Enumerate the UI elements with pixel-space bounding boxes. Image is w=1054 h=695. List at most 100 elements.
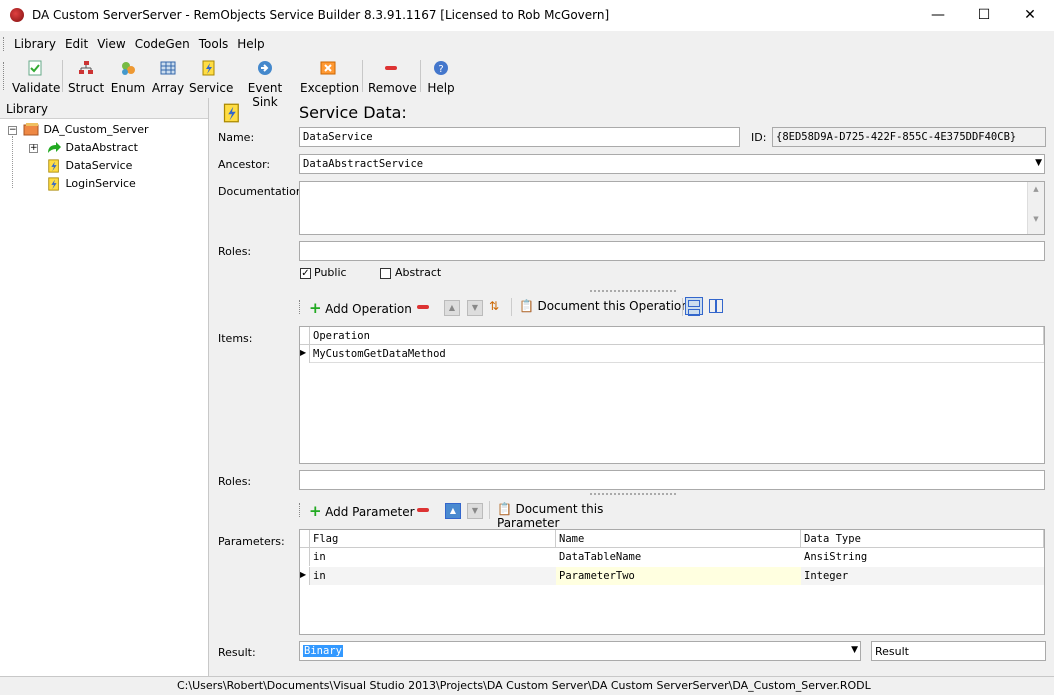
library-panel: Library − DA_Custom_Server + DataAbstrac… [0, 98, 209, 676]
library-book-icon [23, 123, 39, 136]
add-parameter-button[interactable]: + Add Parameter [309, 502, 415, 520]
main-toolbar: Validate Struct Enum Array Service Event… [0, 58, 1054, 109]
toolbar-separator [62, 60, 63, 92]
library-header: Library [0, 98, 208, 119]
operation-toolbar: + Add Operation ▲ ▼ ⇅ 📋 Document this Op… [299, 296, 731, 318]
documentation-textarea[interactable]: ▲ ▼ [299, 181, 1045, 235]
operations-grid: Operation ▶ MyCustomGetDataMethod [299, 326, 1045, 464]
array-button[interactable]: Array [150, 58, 186, 95]
tree-item-dataservice[interactable]: DataService [46, 159, 132, 173]
chevron-down-icon: ▼ [1035, 158, 1042, 168]
enum-button[interactable]: Enum [110, 58, 146, 95]
operation-row[interactable]: MyCustomGetDataMethod [310, 345, 1044, 363]
operation-roles-field[interactable] [299, 470, 1045, 490]
chevron-down-icon: ▼ [851, 645, 858, 655]
public-checkbox[interactable]: ✓ [300, 268, 311, 279]
splitter-grip[interactable] [590, 493, 676, 497]
service-button[interactable]: Service [189, 58, 233, 95]
maximize-button[interactable]: ☐ [961, 0, 1007, 31]
layout-vertical-button[interactable] [707, 297, 725, 315]
abstract-label: Abstract [395, 266, 442, 279]
grid-corner [300, 530, 310, 548]
abstract-checkbox[interactable] [380, 268, 391, 279]
toolbar-grip [3, 62, 6, 90]
status-bar: C:\Users\Robert\Documents\Visual Studio … [0, 676, 1054, 695]
array-icon [160, 61, 176, 75]
menu-edit[interactable]: Edit [65, 34, 88, 54]
tree-line [12, 136, 14, 188]
exception-button[interactable]: Exception [300, 58, 359, 95]
remove-button[interactable]: Remove [368, 58, 417, 95]
page-title: Service Data: [299, 103, 407, 122]
menu-library[interactable]: Library [14, 34, 56, 54]
document-operation-button[interactable]: 📋 Document this Operation [519, 299, 689, 313]
result-name-field[interactable]: Result [871, 641, 1046, 661]
param-move-up-button[interactable]: ▲ [445, 503, 461, 519]
service-icon [48, 177, 59, 191]
remove-parameter-button[interactable] [417, 508, 429, 512]
help-button[interactable]: ? Help [426, 58, 456, 95]
document-parameter-button[interactable]: 📋 Document this Parameter [497, 502, 659, 530]
param-type-cell[interactable]: Integer [801, 567, 1044, 585]
tree-expander-dataabstract[interactable]: + [29, 144, 38, 153]
toolbar-separator [489, 501, 490, 519]
uses-arrow-icon [48, 142, 61, 153]
check-icon: ✓ [301, 268, 310, 279]
parameters-label: Parameters: [218, 535, 285, 548]
public-label: Public [314, 266, 347, 279]
remove-operation-button[interactable] [417, 305, 429, 309]
param-name-cell[interactable]: ParameterTwo [556, 567, 801, 585]
service-large-icon [223, 103, 239, 123]
event-sink-button[interactable]: Event Sink [236, 58, 294, 109]
operation-column-header[interactable]: Operation [310, 327, 1044, 345]
parameter-toolbar: + Add Parameter ▲ ▼ 📋 Document this Para… [299, 499, 659, 530]
name-label: Name: [218, 131, 255, 144]
tree-expander-root[interactable]: − [8, 126, 17, 135]
roles-field[interactable] [299, 241, 1045, 261]
minimize-button[interactable]: — [915, 0, 961, 31]
add-operation-button[interactable]: + Add Operation [309, 299, 412, 317]
scroll-down-icon[interactable]: ▼ [1028, 215, 1044, 223]
documentation-scrollbar[interactable]: ▲ ▼ [1027, 182, 1044, 234]
plus-icon: + [309, 502, 322, 520]
tree-item-dataabstract[interactable]: DataAbstract [46, 141, 138, 155]
menu-codegen[interactable]: CodeGen [135, 34, 190, 54]
splitter-grip[interactable] [590, 290, 676, 294]
close-button[interactable]: ✕ [1007, 0, 1053, 31]
sort-button[interactable]: ⇅ [489, 299, 499, 313]
service-editor: Service Data: Name: DataService ID: {8ED… [210, 98, 1054, 676]
result-type-select[interactable]: Binary ▼ [299, 641, 861, 661]
menu-help[interactable]: Help [237, 34, 264, 54]
menu-view[interactable]: View [97, 34, 125, 54]
documentation-label: Documentation: [218, 185, 307, 198]
document-icon: 📋 [497, 502, 512, 516]
tree-item-loginservice[interactable]: LoginService [46, 177, 136, 191]
param-flag-cell[interactable]: in [310, 567, 556, 585]
ancestor-select[interactable]: DataAbstractService ▼ [299, 154, 1045, 174]
name-field[interactable]: DataService [299, 127, 740, 147]
roles2-label: Roles: [218, 475, 252, 488]
remove-icon [385, 66, 397, 70]
move-down-button[interactable]: ▼ [467, 300, 483, 316]
id-field[interactable]: {8ED58D9A-D725-422F-855C-4E375DDF40CB} [772, 127, 1046, 147]
menu-tools[interactable]: Tools [199, 34, 229, 54]
param-type-cell[interactable]: AnsiString [801, 548, 1044, 566]
row-indicator: ▶ [300, 567, 310, 585]
grid-corner [300, 327, 310, 345]
flag-column-header[interactable]: Flag [310, 530, 556, 548]
datatype-column-header[interactable]: Data Type [801, 530, 1044, 548]
enum-icon [122, 62, 135, 75]
struct-button[interactable]: Struct [68, 58, 104, 95]
param-move-down-button[interactable]: ▼ [467, 503, 483, 519]
param-flag-cell[interactable]: in [310, 548, 556, 566]
param-name-cell[interactable]: DataTableName [556, 548, 801, 566]
row-indicator [300, 548, 310, 566]
name-column-header[interactable]: Name [556, 530, 801, 548]
scroll-up-icon[interactable]: ▲ [1028, 185, 1044, 193]
validate-button[interactable]: Validate [12, 58, 60, 95]
tree-item-root[interactable]: DA_Custom_Server [22, 123, 149, 137]
layout-horizontal-button[interactable] [685, 297, 703, 316]
ancestor-label: Ancestor: [218, 158, 271, 171]
move-up-button[interactable]: ▲ [444, 300, 460, 316]
toolbar-separator [682, 298, 683, 316]
